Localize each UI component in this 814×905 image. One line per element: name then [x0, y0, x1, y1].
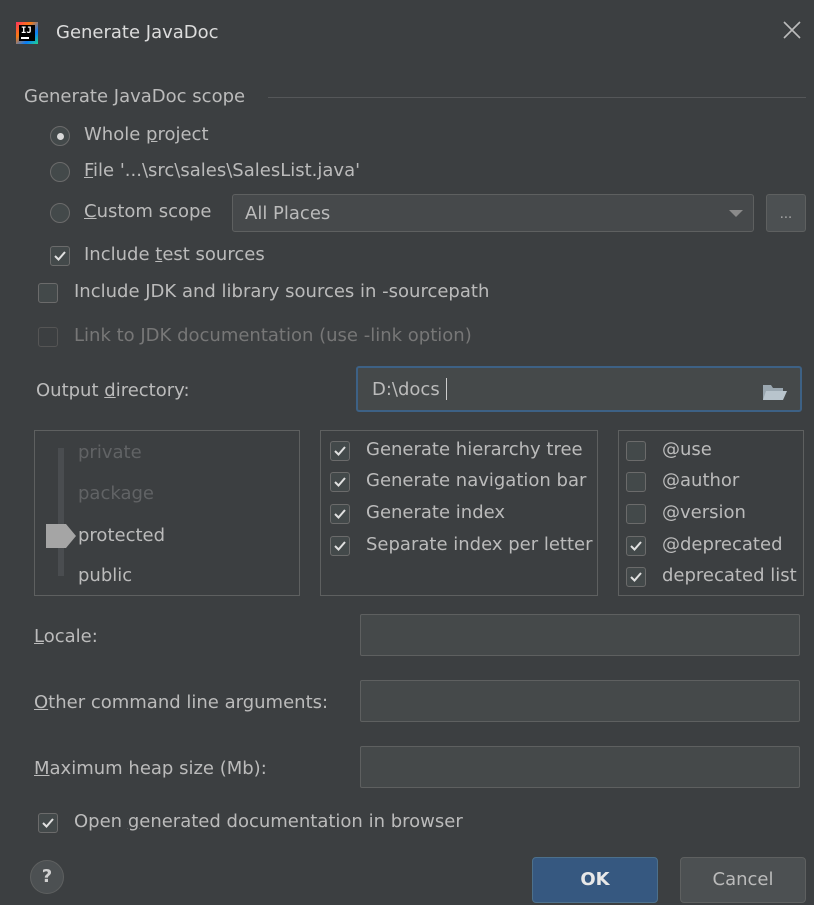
folder-icon[interactable] — [762, 382, 788, 407]
visibility-private[interactable]: private — [78, 442, 142, 463]
whole-project-radio[interactable] — [50, 126, 70, 146]
navigation-bar-checkbox[interactable] — [330, 472, 350, 492]
version-tag-label[interactable]: @version — [662, 502, 746, 523]
include-jdk-sources-checkbox[interactable] — [38, 283, 58, 303]
file-label[interactable]: File '...\src\sales\SalesList.java' — [84, 160, 360, 181]
version-tag-checkbox[interactable] — [626, 504, 646, 524]
other-arguments-label: Other command line arguments: — [34, 692, 329, 713]
link-jdk-docs-label: Link to JDK documentation (use -link opt… — [74, 325, 472, 346]
include-jdk-sources-label[interactable]: Include JDK and library sources in -sour… — [74, 281, 489, 302]
use-tag-checkbox[interactable] — [626, 441, 646, 461]
text-caret — [446, 378, 447, 400]
use-tag-label[interactable]: @use — [662, 439, 712, 460]
output-directory-label: Output directory: — [36, 380, 190, 401]
deprecated-tag-checkbox[interactable] — [626, 536, 646, 556]
custom-scope-label[interactable]: Custom scope — [84, 201, 211, 222]
hierarchy-tree-label[interactable]: Generate hierarchy tree — [366, 439, 583, 460]
custom-scope-radio[interactable] — [50, 203, 70, 223]
open-in-browser-checkbox[interactable] — [38, 813, 58, 833]
help-button[interactable]: ? — [30, 860, 64, 894]
deprecated-list-label[interactable]: deprecated list — [662, 565, 797, 586]
browse-scope-button[interactable]: ... — [766, 194, 806, 232]
separate-index-label[interactable]: Separate index per letter — [366, 534, 593, 555]
window-title: Generate JavaDoc — [56, 22, 219, 43]
custom-scope-value: All Places — [245, 203, 331, 224]
output-directory-input[interactable]: D:\docs — [356, 366, 802, 412]
cancel-button[interactable]: Cancel — [680, 857, 806, 903]
scope-section-title: Generate JavaDoc scope — [24, 86, 246, 107]
visibility-slider-thumb[interactable] — [46, 524, 78, 553]
navigation-bar-label[interactable]: Generate navigation bar — [366, 470, 586, 491]
deprecated-list-checkbox[interactable] — [626, 567, 646, 587]
separate-index-checkbox[interactable] — [330, 536, 350, 556]
include-test-sources-checkbox[interactable] — [50, 246, 70, 266]
locale-label: Locale: — [34, 626, 98, 647]
close-icon[interactable] — [780, 18, 804, 42]
visibility-public[interactable]: public — [78, 565, 132, 586]
visibility-package[interactable]: package — [78, 483, 154, 504]
locale-input[interactable] — [360, 614, 800, 656]
custom-scope-dropdown[interactable]: All Places — [232, 194, 754, 232]
heap-size-label: Maximum heap size (Mb): — [34, 758, 267, 779]
ok-button[interactable]: OK — [532, 857, 658, 903]
section-divider — [268, 97, 806, 98]
generate-index-label[interactable]: Generate index — [366, 502, 505, 523]
file-radio[interactable] — [50, 162, 70, 182]
visibility-protected[interactable]: protected — [78, 525, 165, 546]
generate-index-checkbox[interactable] — [330, 504, 350, 524]
visibility-slider-track[interactable] — [58, 448, 64, 576]
link-jdk-docs-checkbox — [38, 327, 58, 347]
chevron-down-icon — [729, 210, 743, 217]
deprecated-tag-label[interactable]: @deprecated — [662, 534, 783, 555]
other-arguments-input[interactable] — [360, 680, 800, 722]
hierarchy-tree-checkbox[interactable] — [330, 441, 350, 461]
include-test-sources-label[interactable]: Include test sources — [84, 244, 265, 265]
intellij-logo-icon: IJ — [16, 22, 38, 44]
author-tag-label[interactable]: @author — [662, 470, 739, 491]
visibility-panel — [34, 430, 300, 596]
author-tag-checkbox[interactable] — [626, 472, 646, 492]
whole-project-label[interactable]: Whole project — [84, 124, 209, 145]
open-in-browser-label[interactable]: Open generated documentation in browser — [74, 811, 463, 832]
output-directory-value: D:\docs — [372, 379, 440, 400]
heap-size-input[interactable] — [360, 746, 800, 788]
